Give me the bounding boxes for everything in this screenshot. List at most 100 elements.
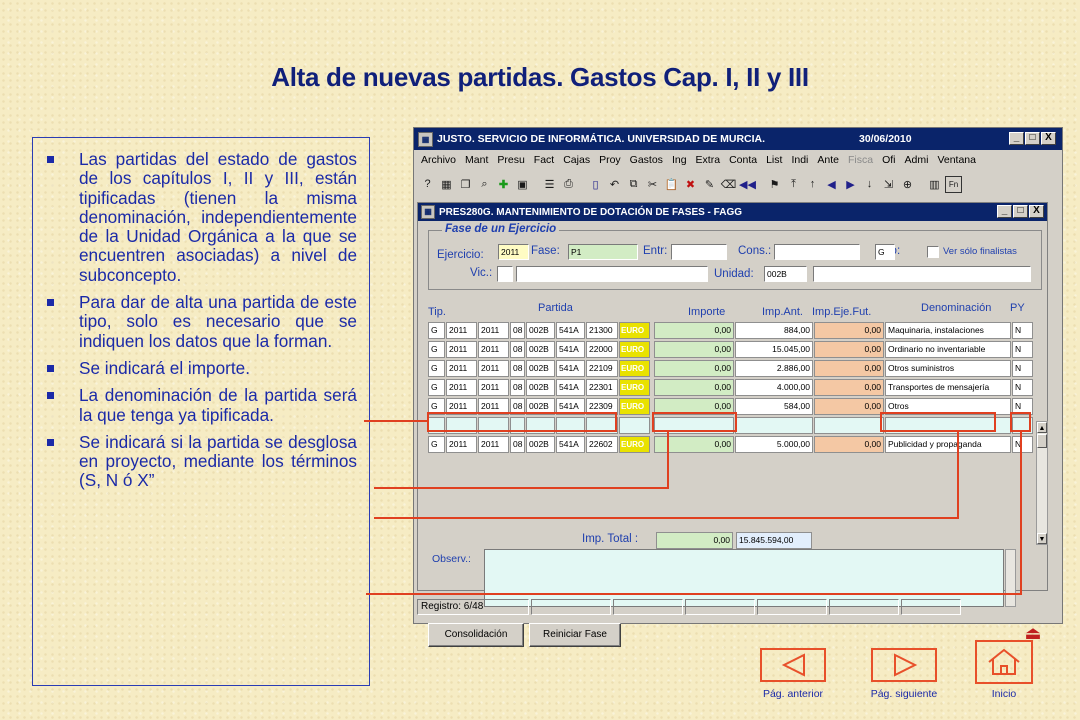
menu-indi[interactable]: Indi bbox=[791, 154, 808, 166]
grid-cell-py[interactable]: N bbox=[1012, 379, 1033, 396]
grid-cell-den[interactable]: Ordinario no inventariable bbox=[885, 341, 1011, 358]
grid-cell-tip[interactable]: G bbox=[428, 436, 445, 453]
close-button[interactable]: X bbox=[1041, 132, 1056, 145]
grid-new-cell[interactable] bbox=[654, 417, 734, 434]
grid-cell-den[interactable]: Transportes de mensajería bbox=[885, 379, 1011, 396]
grid-cell-g[interactable]: EURO bbox=[619, 341, 650, 358]
tipo-field[interactable]: G bbox=[875, 244, 895, 260]
grid-cell-py[interactable]: N bbox=[1012, 398, 1033, 415]
grid-new-cell[interactable] bbox=[586, 417, 618, 434]
flag-icon[interactable]: ⚑ bbox=[766, 176, 783, 193]
grid-cell-den[interactable]: Otros suministros bbox=[885, 360, 1011, 377]
grid-scrollbar[interactable]: ▲ ▼ bbox=[1036, 421, 1048, 545]
list-icon[interactable]: ☰ bbox=[541, 176, 558, 193]
grid-cell-py[interactable]: N bbox=[1012, 360, 1033, 377]
unidad-field[interactable]: 002B bbox=[764, 266, 807, 282]
grid-new-cell[interactable] bbox=[446, 417, 477, 434]
grid-cell-a[interactable]: 2011 bbox=[446, 379, 477, 396]
grid-cell-tip[interactable]: G bbox=[428, 341, 445, 358]
copy-record-icon[interactable]: ⧉ bbox=[625, 176, 642, 193]
grid-new-cell[interactable] bbox=[735, 417, 813, 434]
select-icon[interactable]: ⇲ bbox=[880, 176, 897, 193]
grid-cell-f[interactable]: 22301 bbox=[586, 379, 618, 396]
menu-ing[interactable]: Ing bbox=[672, 154, 687, 166]
grid-new-cell[interactable] bbox=[556, 417, 585, 434]
grid-cell-c[interactable]: 08 bbox=[510, 379, 525, 396]
grid-cell-b[interactable]: 2011 bbox=[478, 398, 509, 415]
reiniciar-fase-button[interactable]: Reiniciar Fase bbox=[529, 623, 621, 647]
grid-cell-imp-ant[interactable]: 5.000,00 bbox=[735, 436, 813, 453]
grid-new-cell[interactable] bbox=[510, 417, 525, 434]
grid-cell-f[interactable]: 22602 bbox=[586, 436, 618, 453]
copy-icon[interactable]: ❐ bbox=[457, 176, 474, 193]
grid-cell-e[interactable]: 541A bbox=[556, 398, 585, 415]
grid-cell-g[interactable]: EURO bbox=[619, 360, 650, 377]
grid-cell-f[interactable]: 22109 bbox=[586, 360, 618, 377]
grid-cell-py[interactable]: N bbox=[1012, 322, 1033, 339]
grid-new-cell[interactable] bbox=[428, 417, 445, 434]
up-icon[interactable]: ↑ bbox=[804, 176, 821, 193]
grid-cell-tip[interactable]: G bbox=[428, 398, 445, 415]
minimize-button[interactable]: _ bbox=[1009, 132, 1024, 145]
menu-ventana[interactable]: Ventana bbox=[937, 154, 976, 166]
down-icon[interactable]: ↓ bbox=[861, 176, 878, 193]
grid-new-cell[interactable] bbox=[814, 417, 884, 434]
grid-cell-f[interactable]: 22309 bbox=[586, 398, 618, 415]
home-label[interactable]: Inicio bbox=[975, 688, 1033, 700]
add-icon[interactable]: ✚ bbox=[495, 176, 512, 193]
grid-cell-e[interactable]: 541A bbox=[556, 360, 585, 377]
previous-icon[interactable]: ◀ bbox=[823, 176, 840, 193]
prev-page-button[interactable] bbox=[760, 648, 826, 682]
grid-cell-importe[interactable]: 0,00 bbox=[654, 379, 734, 396]
menu-admi[interactable]: Admi bbox=[905, 154, 929, 166]
home-button[interactable] bbox=[975, 640, 1033, 684]
grid-cell-b[interactable]: 2011 bbox=[478, 322, 509, 339]
first-record-icon[interactable]: ⤒ bbox=[785, 176, 802, 193]
grid-cell-b[interactable]: 2011 bbox=[478, 436, 509, 453]
vic-description-field[interactable] bbox=[516, 266, 708, 282]
cons-field[interactable] bbox=[774, 244, 860, 260]
grid-cell-imp-ant[interactable]: 4.000,00 bbox=[735, 379, 813, 396]
grid-cell-py[interactable]: N bbox=[1012, 436, 1033, 453]
grid-new-cell[interactable] bbox=[885, 417, 1011, 434]
grid-new-cell[interactable] bbox=[526, 417, 555, 434]
next-icon[interactable]: ▶ bbox=[842, 176, 859, 193]
menu-extra[interactable]: Extra bbox=[696, 154, 721, 166]
grid-cell-b[interactable]: 2011 bbox=[478, 360, 509, 377]
grid-cell-d[interactable]: 002B bbox=[526, 322, 555, 339]
grid-cell-a[interactable]: 2011 bbox=[446, 360, 477, 377]
grid-cell-d[interactable]: 002B bbox=[526, 398, 555, 415]
grid-cell-tip[interactable]: G bbox=[428, 379, 445, 396]
grid-cell-a[interactable]: 2011 bbox=[446, 398, 477, 415]
grid-cell-e[interactable]: 541A bbox=[556, 379, 585, 396]
grid-cell-b[interactable]: 2011 bbox=[478, 341, 509, 358]
grid-cell-a[interactable]: 2011 bbox=[446, 322, 477, 339]
menu-proy[interactable]: Proy bbox=[599, 154, 621, 166]
grid-cell-den[interactable]: Otros bbox=[885, 398, 1011, 415]
grid-cell-den[interactable]: Maquinaria, instalaciones bbox=[885, 322, 1011, 339]
grid-cell-tip[interactable]: G bbox=[428, 322, 445, 339]
grid-cell-imp-ant[interactable]: 584,00 bbox=[735, 398, 813, 415]
edit-icon[interactable]: ✎ bbox=[701, 176, 718, 193]
grid-cell-d[interactable]: 002B bbox=[526, 436, 555, 453]
grid-new-cell[interactable] bbox=[478, 417, 509, 434]
grid-cell-c[interactable]: 08 bbox=[510, 436, 525, 453]
trash-icon[interactable]: ▥ bbox=[926, 176, 943, 193]
grid-cell-importe[interactable]: 0,00 bbox=[654, 360, 734, 377]
grid-cell-a[interactable]: 2011 bbox=[446, 436, 477, 453]
grid-cell-g[interactable]: EURO bbox=[619, 398, 650, 415]
entr-field[interactable] bbox=[671, 244, 727, 260]
grid-cell-f[interactable]: 22000 bbox=[586, 341, 618, 358]
scroll-down-icon[interactable]: ▼ bbox=[1037, 533, 1047, 544]
grid-cell-g[interactable]: EURO bbox=[619, 322, 650, 339]
ejercicio-field[interactable]: 2011 bbox=[498, 244, 529, 260]
maximize-button[interactable]: □ bbox=[1025, 132, 1040, 145]
delete-icon[interactable]: ✖ bbox=[682, 176, 699, 193]
cut-icon[interactable]: ✂ bbox=[644, 176, 661, 193]
scroll-up-icon[interactable]: ▲ bbox=[1037, 422, 1047, 433]
grid-cell-importe[interactable]: 0,00 bbox=[654, 436, 734, 453]
table-icon[interactable]: ▦ bbox=[438, 176, 455, 193]
fn-icon[interactable]: Fn bbox=[945, 175, 962, 193]
vic-field[interactable] bbox=[497, 266, 513, 282]
grid-cell-py[interactable]: N bbox=[1012, 341, 1033, 358]
